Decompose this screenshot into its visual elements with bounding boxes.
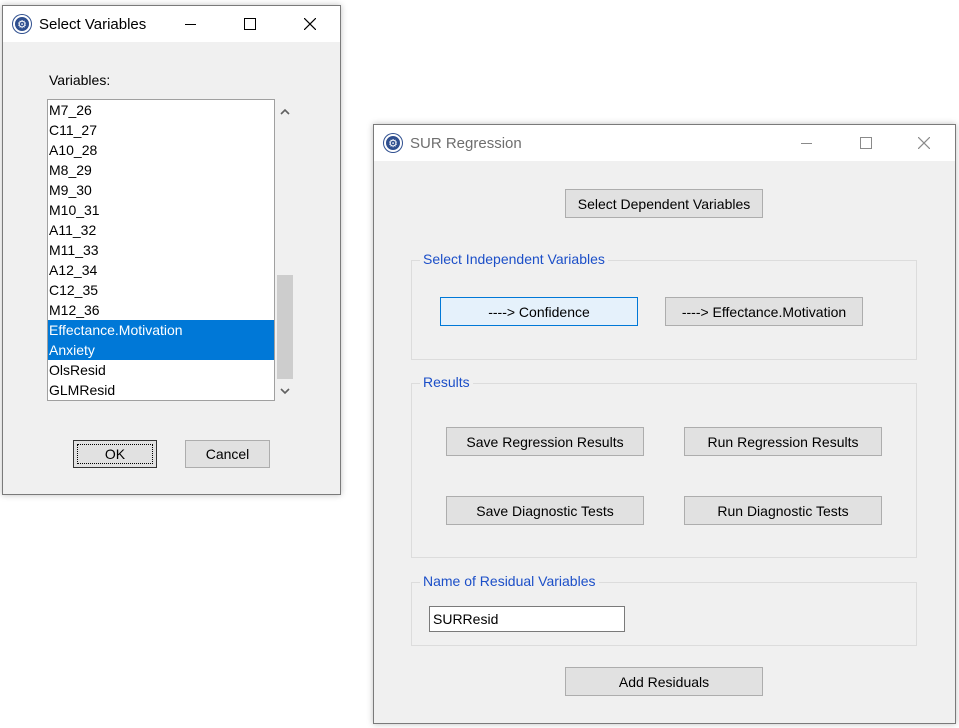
maximize-button[interactable]	[221, 6, 279, 42]
list-item[interactable]: OlsResid	[48, 360, 274, 380]
window-title: SUR Regression	[410, 134, 522, 152]
results-group: Results	[411, 374, 917, 558]
close-icon	[918, 137, 930, 149]
group-label: Name of Residual Variables	[420, 573, 599, 589]
scroll-up-arrow[interactable]	[275, 101, 295, 121]
minimize-button[interactable]	[777, 125, 835, 161]
app-icon: ⚙	[13, 15, 31, 33]
window-title: Select Variables	[39, 15, 147, 33]
list-item[interactable]: Effectance.Motivation	[48, 320, 274, 340]
sur-regression-dialog: ⚙ SUR Regression Select Dependent Variab…	[373, 124, 956, 724]
list-item[interactable]: M8_29	[48, 160, 274, 180]
select-variables-dialog: ⚙ Select Variables Variables: M7_26 C11_2…	[2, 5, 341, 495]
close-button[interactable]	[895, 125, 953, 161]
group-label: Select Independent Variables	[420, 251, 608, 267]
listbox-scrollbar[interactable]	[275, 99, 295, 401]
list-item[interactable]: C11_27	[48, 120, 274, 140]
title-bar[interactable]: ⚙ Select Variables	[3, 6, 340, 42]
close-icon	[304, 18, 316, 30]
list-item[interactable]: M9_30	[48, 180, 274, 200]
cancel-button[interactable]: Cancel	[185, 440, 270, 468]
list-item[interactable]: A11_32	[48, 220, 274, 240]
app-icon: ⚙	[384, 134, 402, 152]
list-item[interactable]: A10_28	[48, 140, 274, 160]
scroll-down-arrow[interactable]	[275, 381, 295, 401]
effectance-motivation-button[interactable]: ----> Effectance.Motivation	[665, 297, 863, 326]
save-regression-results-button[interactable]: Save Regression Results	[446, 427, 644, 456]
list-item[interactable]: C12_35	[48, 280, 274, 300]
minimize-button[interactable]	[161, 6, 219, 42]
list-item[interactable]: M11_33	[48, 240, 274, 260]
list-item[interactable]: M10_31	[48, 200, 274, 220]
add-residuals-button[interactable]: Add Residuals	[565, 667, 763, 696]
run-regression-results-button[interactable]: Run Regression Results	[684, 427, 882, 456]
chevron-up-icon	[280, 108, 290, 115]
close-button[interactable]	[281, 6, 339, 42]
chevron-down-icon	[280, 387, 290, 394]
scroll-thumb[interactable]	[277, 275, 293, 379]
ok-button[interactable]: OK	[73, 440, 157, 468]
maximize-button[interactable]	[837, 125, 895, 161]
list-item[interactable]: A12_34	[48, 260, 274, 280]
select-dependent-variables-button[interactable]: Select Dependent Variables	[565, 189, 763, 218]
variables-label: Variables:	[49, 72, 111, 88]
list-item[interactable]: Anxiety	[48, 340, 274, 360]
list-item[interactable]: M12_36	[48, 300, 274, 320]
group-label: Results	[420, 374, 473, 390]
list-item[interactable]: M7_26	[48, 100, 274, 120]
title-bar[interactable]: ⚙ SUR Regression	[374, 125, 955, 161]
residual-name-input[interactable]	[429, 606, 625, 632]
save-diagnostic-tests-button[interactable]: Save Diagnostic Tests	[446, 496, 644, 525]
run-diagnostic-tests-button[interactable]: Run Diagnostic Tests	[684, 496, 882, 525]
confidence-button[interactable]: ----> Confidence	[440, 297, 638, 326]
variables-listbox[interactable]: M7_26 C11_27 A10_28 M8_29 M9_30 M10_31 A11_32 M…	[47, 99, 275, 401]
list-item[interactable]: GLMResid	[48, 380, 274, 400]
